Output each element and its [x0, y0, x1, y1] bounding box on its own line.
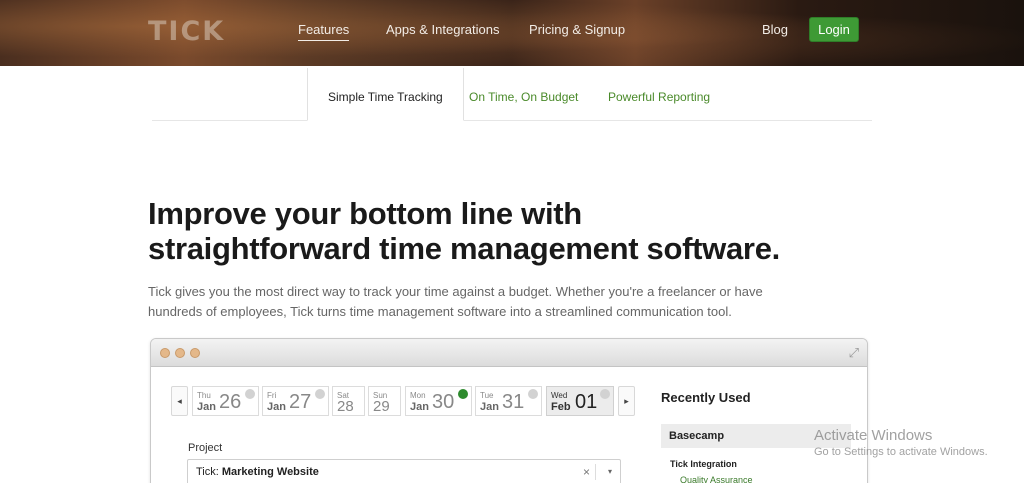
select-separator	[595, 464, 596, 480]
status-circle-icon	[315, 389, 325, 399]
day-weekday: Fri	[267, 391, 277, 400]
day-mon-30[interactable]: Mon Jan 30	[405, 386, 472, 416]
day-weekday: Wed	[551, 391, 568, 400]
recently-used-heading: Recently Used	[661, 390, 751, 405]
window-zoom-dot[interactable]	[190, 348, 200, 358]
tab-powerful-reporting[interactable]: Powerful Reporting	[588, 68, 730, 121]
day-sat-28[interactable]: Sat 28	[332, 386, 365, 416]
project-label: Project	[188, 442, 223, 454]
day-month: Jan	[410, 401, 429, 413]
day-number: 28	[337, 398, 354, 415]
headline-bold: Improve your bottom line	[148, 196, 513, 231]
nav-blog[interactable]: Blog	[762, 22, 788, 37]
day-weekday: Tue	[480, 391, 494, 400]
day-tue-31[interactable]: Tue Jan 31	[475, 386, 542, 416]
activate-windows-subtitle: Go to Settings to activate Windows.	[814, 446, 988, 458]
window-close-dot[interactable]	[160, 348, 170, 358]
headline-line2: straightforward time management software…	[148, 231, 780, 266]
nav-features[interactable]: Features	[298, 22, 350, 41]
day-month: Jan	[197, 401, 216, 413]
nav-apps-integrations[interactable]: Apps & Integrations	[386, 22, 499, 37]
day-number: 27	[289, 391, 312, 413]
recent-project-tick-integration[interactable]: Tick Integration	[670, 459, 737, 469]
day-number: 26	[219, 391, 242, 413]
status-circle-icon	[600, 389, 610, 399]
intro-paragraph: Tick gives you the most direct way to tr…	[148, 284, 763, 319]
next-week-button[interactable]: ▸	[618, 386, 635, 416]
window-minimize-dot[interactable]	[175, 348, 185, 358]
page-headline: Improve your bottom line with straightfo…	[148, 196, 780, 266]
status-circle-icon	[528, 389, 538, 399]
window-titlebar: ⤢	[151, 339, 867, 367]
day-sun-29[interactable]: Sun 29	[368, 386, 401, 416]
chevron-down-icon[interactable]: ▾	[608, 460, 612, 483]
day-month: Feb	[551, 401, 571, 413]
day-number: 31	[502, 391, 525, 413]
day-fri-27[interactable]: Fri Jan 27	[262, 386, 329, 416]
day-weekday: Thu	[197, 391, 211, 400]
project-value: Marketing Website	[221, 466, 319, 478]
recent-task-quality-assurance[interactable]: Quality Assurance	[680, 475, 753, 483]
nav-pricing-signup[interactable]: Pricing & Signup	[529, 22, 625, 37]
day-number: 30	[432, 391, 455, 413]
tab-simple-time-tracking[interactable]: Simple Time Tracking	[307, 68, 464, 121]
site-header: TICK Features Apps & Integrations Pricin…	[0, 0, 1024, 66]
day-month: Jan	[267, 401, 286, 413]
activate-windows-title: Activate Windows	[814, 427, 933, 444]
day-thu-26[interactable]: Thu Jan 26	[192, 386, 259, 416]
day-wed-01-selected[interactable]: Wed Feb 01	[546, 386, 614, 416]
login-button[interactable]: Login	[809, 17, 859, 42]
expand-icon[interactable]: ⤢	[849, 345, 859, 361]
project-select[interactable]: Tick: Marketing Website × ▾	[187, 459, 621, 483]
status-circle-icon	[245, 389, 255, 399]
project-prefix: Tick:	[196, 466, 222, 478]
tick-logo[interactable]: TICK	[148, 16, 225, 47]
day-weekday: Mon	[410, 391, 426, 400]
day-number: 01	[575, 391, 598, 413]
prev-week-button[interactable]: ◂	[171, 386, 188, 416]
clear-icon[interactable]: ×	[583, 460, 590, 483]
day-month: Jan	[480, 401, 499, 413]
headline-rest: with	[512, 196, 582, 231]
day-number: 29	[373, 398, 390, 415]
tab-on-time-on-budget[interactable]: On Time, On Budget	[449, 68, 598, 121]
status-check-icon	[458, 389, 468, 399]
